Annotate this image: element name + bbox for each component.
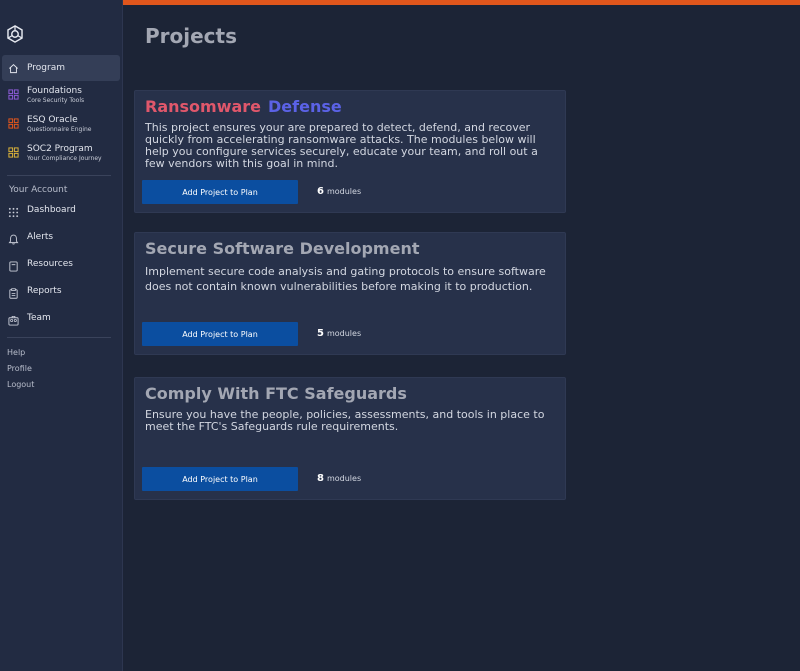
project-card-secure-software-development: Secure Software Development Implement se…	[134, 232, 566, 355]
sidebar-item-label: Team	[27, 313, 51, 323]
module-count-number: 8	[317, 473, 324, 484]
logout-link[interactable]: Logout	[7, 380, 34, 389]
logo-icon	[7, 25, 23, 43]
project-title-part1: Ransomware	[145, 97, 262, 116]
grid-icon	[8, 118, 19, 129]
module-count: 5 modules	[317, 328, 361, 339]
sidebar-item-label: SOC2 Program	[27, 144, 93, 154]
module-count: 6 modules	[317, 186, 361, 197]
project-title-part2: Defense	[268, 97, 342, 116]
top-accent-bar	[123, 0, 800, 5]
sidebar-item-label: Dashboard	[27, 205, 76, 215]
module-count-label: modules	[326, 474, 362, 483]
bell-icon	[8, 234, 19, 245]
book-icon	[9, 261, 18, 272]
project-description: Ensure you have the people, policies, as…	[145, 408, 545, 433]
sidebar-item-resources[interactable]: Resources	[2, 259, 120, 272]
sidebar-item-reports[interactable]: Reports	[2, 286, 120, 299]
module-count-label: modules	[326, 187, 362, 196]
home-icon	[9, 63, 18, 73]
sidebar-item-sublabel: Core Security Tools	[27, 97, 85, 104]
page-title: Projects	[145, 24, 238, 48]
sidebar: Program Foundations Core Security Tools …	[0, 0, 123, 671]
sidebar-item-label: Foundations	[27, 86, 82, 96]
add-project-to-plan-button[interactable]: Add Project to Plan	[142, 467, 298, 491]
module-count-number: 5	[317, 328, 324, 339]
sidebar-divider	[7, 337, 111, 338]
section-label-your-account: Your Account	[9, 185, 68, 195]
add-project-to-plan-button[interactable]: Add Project to Plan	[142, 322, 298, 346]
project-card-ftc-safeguards: Comply With FTC Safeguards Ensure you ha…	[134, 377, 566, 500]
sidebar-item-sublabel: Your Compliance Journey	[27, 155, 102, 162]
project-title: Secure Software Development	[145, 239, 420, 258]
grid-icon	[8, 147, 19, 158]
project-title: Ransomware Defense	[145, 97, 342, 116]
sidebar-item-esq-oracle[interactable]: ESQ Oracle Questionnaire Engine	[2, 115, 120, 134]
project-title: Comply With FTC Safeguards	[145, 384, 407, 403]
sidebar-item-label: ESQ Oracle	[27, 115, 78, 125]
module-count: 8 modules	[317, 473, 361, 484]
grid-icon	[8, 89, 19, 100]
sidebar-item-dashboard[interactable]: Dashboard	[2, 205, 120, 218]
profile-link[interactable]: Profile	[7, 364, 32, 373]
sidebar-item-label: Resources	[27, 259, 73, 269]
sidebar-item-program[interactable]: Program	[2, 55, 120, 81]
sidebar-item-label: Alerts	[27, 232, 54, 242]
dots-grid-icon	[8, 207, 19, 218]
add-project-to-plan-button[interactable]: Add Project to Plan	[142, 180, 298, 204]
sidebar-item-alerts[interactable]: Alerts	[2, 232, 120, 245]
sidebar-item-team[interactable]: Team	[2, 313, 120, 326]
sidebar-item-sublabel: Questionnaire Engine	[27, 126, 92, 133]
sidebar-item-label: Program	[27, 62, 65, 73]
help-link[interactable]: Help	[7, 348, 25, 357]
sidebar-item-soc2-program[interactable]: SOC2 Program Your Compliance Journey	[2, 144, 120, 163]
module-count-number: 6	[317, 186, 324, 197]
sidebar-item-label: Reports	[27, 286, 62, 296]
sidebar-item-foundations[interactable]: Foundations Core Security Tools	[2, 86, 120, 105]
project-card-ransomware-defense: Ransomware Defense This project ensures y…	[134, 90, 566, 213]
clipboard-icon	[9, 288, 18, 299]
project-description: This project ensures your are prepared t…	[145, 121, 538, 170]
module-count-label: modules	[326, 329, 362, 338]
project-description: Implement secure code analysis and gatin…	[145, 265, 546, 293]
sidebar-divider	[7, 175, 111, 176]
team-icon	[8, 315, 19, 326]
